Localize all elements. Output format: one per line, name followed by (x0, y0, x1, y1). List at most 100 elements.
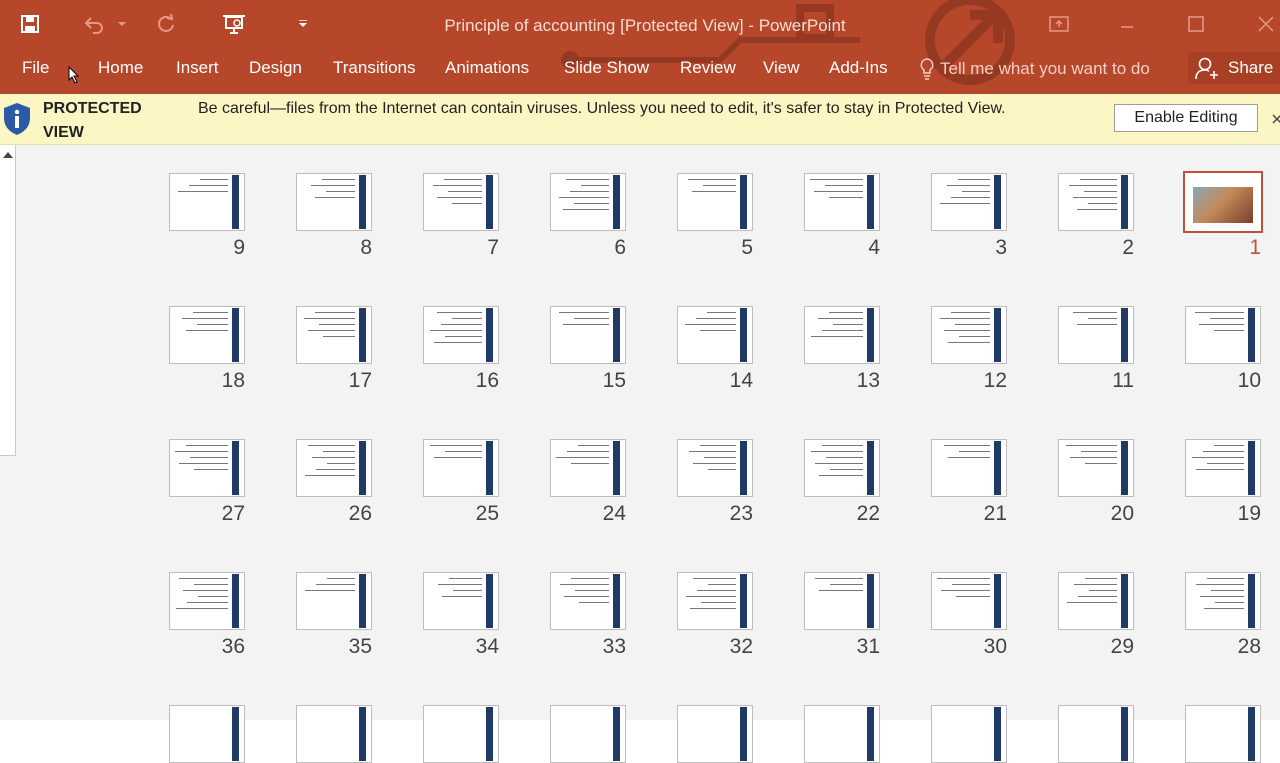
slide-thumbnail[interactable] (677, 306, 753, 364)
slide-text-line (1196, 469, 1244, 470)
slide-thumbnail[interactable] (1185, 572, 1261, 630)
slide-text-line (319, 324, 355, 325)
slide-text-line (1203, 451, 1244, 452)
tab-animations[interactable]: Animations (445, 58, 529, 78)
slide-thumbnail[interactable] (423, 439, 499, 497)
slide-thumbnail-partial[interactable] (169, 705, 245, 763)
slide-text-line (564, 596, 609, 597)
slide-thumbnail[interactable] (931, 173, 1007, 231)
scroll-up-arrow-icon[interactable] (3, 152, 13, 158)
slide-thumbnail[interactable] (931, 306, 1007, 364)
slide-number: 4 (868, 236, 880, 259)
tab-design[interactable]: Design (249, 58, 302, 78)
slide-thumbnail[interactable] (423, 173, 499, 231)
close-icon[interactable] (1272, 114, 1280, 124)
slide-thumbnail[interactable] (804, 306, 880, 364)
slide-thumbnail[interactable] (550, 439, 626, 497)
slide-thumbnail-partial[interactable] (1058, 705, 1134, 763)
slide-text-line (826, 457, 863, 458)
protected-view-label: PROTECTED VIEW (43, 100, 142, 141)
slide-thumbnail-partial[interactable] (296, 705, 372, 763)
slide-text-line (951, 312, 990, 313)
tab-slide-show[interactable]: Slide Show (564, 58, 649, 78)
slide-thumbnail[interactable] (296, 306, 372, 364)
slide-thumbnail-partial[interactable] (804, 705, 880, 763)
slide-thumbnail[interactable] (677, 173, 753, 231)
ribbon-options-icon (1049, 16, 1069, 32)
slide-number: 19 (1237, 502, 1261, 525)
slide-thumbnail[interactable] (1058, 306, 1134, 364)
tell-me-box[interactable] (920, 56, 1180, 82)
slide-thumbnail[interactable] (1058, 173, 1134, 231)
slide-thumbnail-partial[interactable] (1185, 705, 1261, 763)
slide-number: 31 (856, 635, 880, 658)
slide-thumbnail[interactable] (931, 572, 1007, 630)
slide-thumbnail[interactable] (423, 306, 499, 364)
slide-thumbnail-partial[interactable] (423, 705, 499, 763)
slide-thumbnail-partial[interactable] (677, 705, 753, 763)
slide-thumbnail[interactable] (1058, 439, 1134, 497)
slide-thumbnail[interactable] (169, 306, 245, 364)
slide-thumbnail[interactable] (550, 306, 626, 364)
tab-review[interactable]: Review (680, 58, 736, 78)
tab-file[interactable]: File (22, 58, 49, 78)
slide-thumbnail[interactable] (677, 439, 753, 497)
tab-home[interactable]: Home (98, 58, 143, 78)
slide-thumbnail[interactable] (296, 439, 372, 497)
slide-text-line (829, 312, 863, 313)
tab-transitions[interactable]: Transitions (333, 58, 416, 78)
slide-number: 23 (729, 502, 753, 525)
slide-thumbnail[interactable] (931, 439, 1007, 497)
slide-text-line (956, 596, 990, 597)
slide-thumbnail[interactable] (169, 439, 245, 497)
share-button[interactable]: Share (1188, 52, 1280, 84)
slide-thumbnail[interactable] (296, 572, 372, 630)
slide-text-line (453, 590, 482, 591)
slide-thumbnail[interactable] (1058, 572, 1134, 630)
maximize-button[interactable] (1173, 6, 1219, 42)
slide-thumbnail[interactable] (296, 173, 372, 231)
ribbon-display-options-button[interactable] (1036, 6, 1082, 42)
slide-text-line (559, 197, 609, 198)
slide-text-line (326, 191, 355, 192)
slide-thumbnail[interactable] (1183, 171, 1263, 233)
slide-number: 28 (1237, 635, 1261, 658)
slide-thumbnail[interactable] (550, 173, 626, 231)
slide-thumbnail[interactable] (1185, 439, 1261, 497)
slide-text-line (566, 179, 609, 180)
enable-editing-button[interactable]: Enable Editing (1114, 104, 1258, 132)
slide-text-line (194, 584, 228, 585)
slide-thumbnail[interactable] (169, 572, 245, 630)
slide-text-line (1215, 602, 1244, 603)
slide-thumbnail-partial[interactable] (931, 705, 1007, 763)
slide-thumbnail[interactable] (169, 173, 245, 231)
close-button[interactable] (1243, 6, 1280, 42)
slide-thumbnail[interactable] (804, 173, 880, 231)
slide-thumbnail-partial[interactable] (550, 705, 626, 763)
slide-text-line (449, 578, 482, 579)
slide-text-line (194, 469, 228, 470)
slide-thumbnail[interactable] (1185, 306, 1261, 364)
slide-number: 1 (1249, 236, 1261, 259)
slide-thumbnail[interactable] (550, 572, 626, 630)
share-label: Share (1228, 58, 1274, 77)
slide-text-line (316, 584, 355, 585)
slide-text-line (948, 457, 990, 458)
slide-text-line (810, 179, 863, 180)
mouse-cursor-icon (68, 66, 80, 84)
tab-insert[interactable]: Insert (176, 58, 219, 78)
slide-thumbnail[interactable] (804, 572, 880, 630)
tab-add-ins[interactable]: Add-Ins (829, 58, 888, 78)
slide-thumbnail[interactable] (677, 572, 753, 630)
slide-number: 15 (602, 369, 626, 392)
slide-text-line (940, 318, 990, 319)
tab-view[interactable]: View (763, 58, 800, 78)
minimize-button[interactable] (1104, 6, 1150, 42)
slide-thumbnail[interactable] (423, 572, 499, 630)
slide-text-line (822, 445, 863, 446)
slide-number: 16 (475, 369, 499, 392)
tell-me-input[interactable] (940, 59, 1166, 79)
vertical-scrollbar[interactable] (0, 145, 16, 456)
slide-text-line (430, 330, 482, 331)
slide-thumbnail[interactable] (804, 439, 880, 497)
